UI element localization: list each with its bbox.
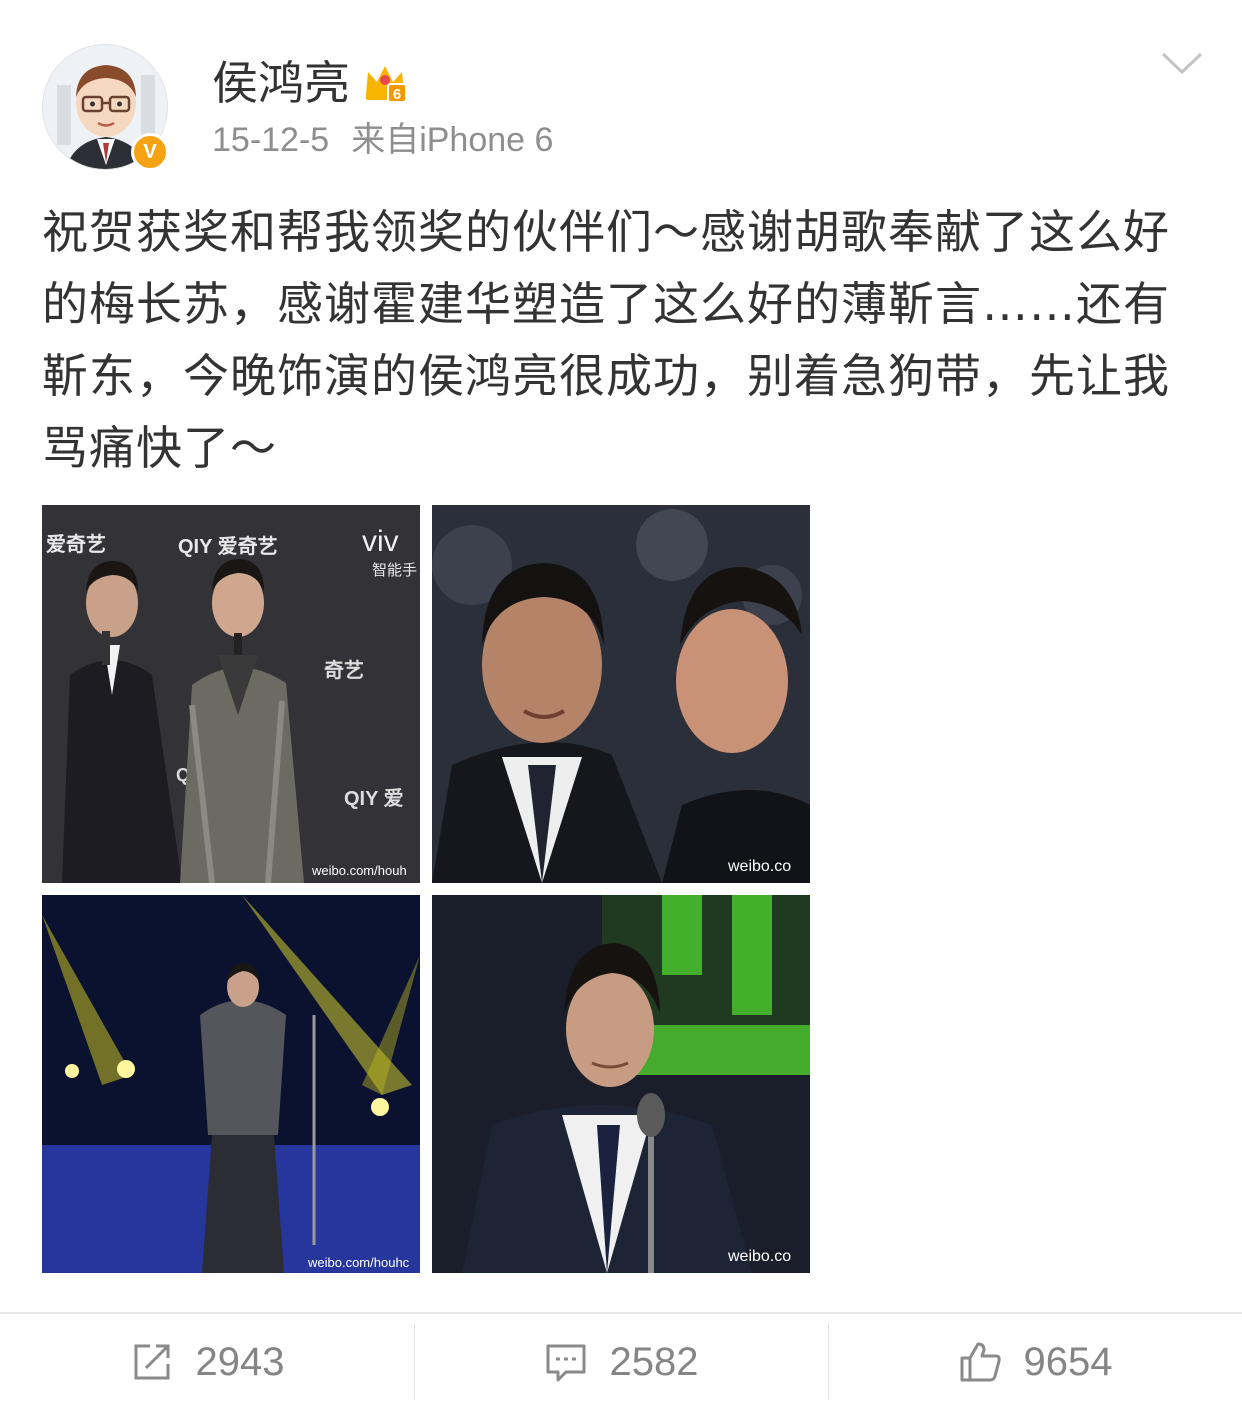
post-date: 15-12-5 xyxy=(212,121,330,159)
post-text: 祝贺获奖和帮我领奖的伙伴们～感谢胡歌奉献了这么好的梅长苏，感谢霍建华塑造了这么好… xyxy=(42,205,1170,475)
photo-watermark-4: weibo.co xyxy=(727,1248,791,1265)
post-header: V 侯鸿亮 6 15-12-5 来自iPhone 6 xyxy=(0,0,1242,190)
photo-overlay-text-7: QIY 爱 xyxy=(344,787,404,810)
post-source: 来自iPhone 6 xyxy=(351,121,554,159)
action-bar: 2943 2582 9654 xyxy=(0,1314,1242,1410)
repost-icon xyxy=(134,1344,169,1380)
photo-watermark-3: weibo.com/houhc xyxy=(307,1255,410,1270)
post-meta: 15-12-5 来自iPhone 6 xyxy=(212,118,575,162)
post-photo-1[interactable]: 爱奇艺 QIY 爱奇艺 viv 智能手 奇艺 QIY QIY 爱 weibo.c… xyxy=(42,505,420,883)
repost-button[interactable]: 2943 xyxy=(0,1314,414,1410)
photo-overlay-text-1: 爱奇艺 xyxy=(46,532,106,556)
post-photo-4[interactable]: weibo.co xyxy=(432,895,810,1273)
comment-count: 2582 xyxy=(609,1339,699,1384)
comment-button[interactable]: 2582 xyxy=(414,1314,828,1410)
post-photo-2[interactable]: weibo.co xyxy=(432,505,810,883)
photo-watermark-2: weibo.co xyxy=(727,858,791,875)
like-button[interactable]: 9654 xyxy=(828,1314,1242,1410)
photo-overlay-text-3: viv xyxy=(362,525,399,558)
chevron-down-icon[interactable] xyxy=(1160,50,1204,78)
photo-overlay-text-4: 智能手 xyxy=(372,561,417,579)
photo-watermark-1: weibo.com/houh xyxy=(311,863,407,878)
member-level: 6 xyxy=(393,86,401,103)
repost-count: 2943 xyxy=(195,1339,285,1384)
username[interactable]: 侯鸿亮 xyxy=(212,52,350,114)
vip-crown-icon[interactable]: 6 xyxy=(362,60,408,106)
comment-icon xyxy=(546,1344,585,1382)
thumbs-up-icon xyxy=(960,1342,1001,1382)
verified-badge-icon: V xyxy=(131,133,169,171)
like-count: 9654 xyxy=(1023,1339,1113,1384)
post-photo-3[interactable]: weibo.com/houhc xyxy=(42,895,420,1273)
photo-overlay-text-5: 奇艺 xyxy=(324,658,364,682)
photo-overlay-text-2: QIY 爱奇艺 xyxy=(178,534,278,558)
